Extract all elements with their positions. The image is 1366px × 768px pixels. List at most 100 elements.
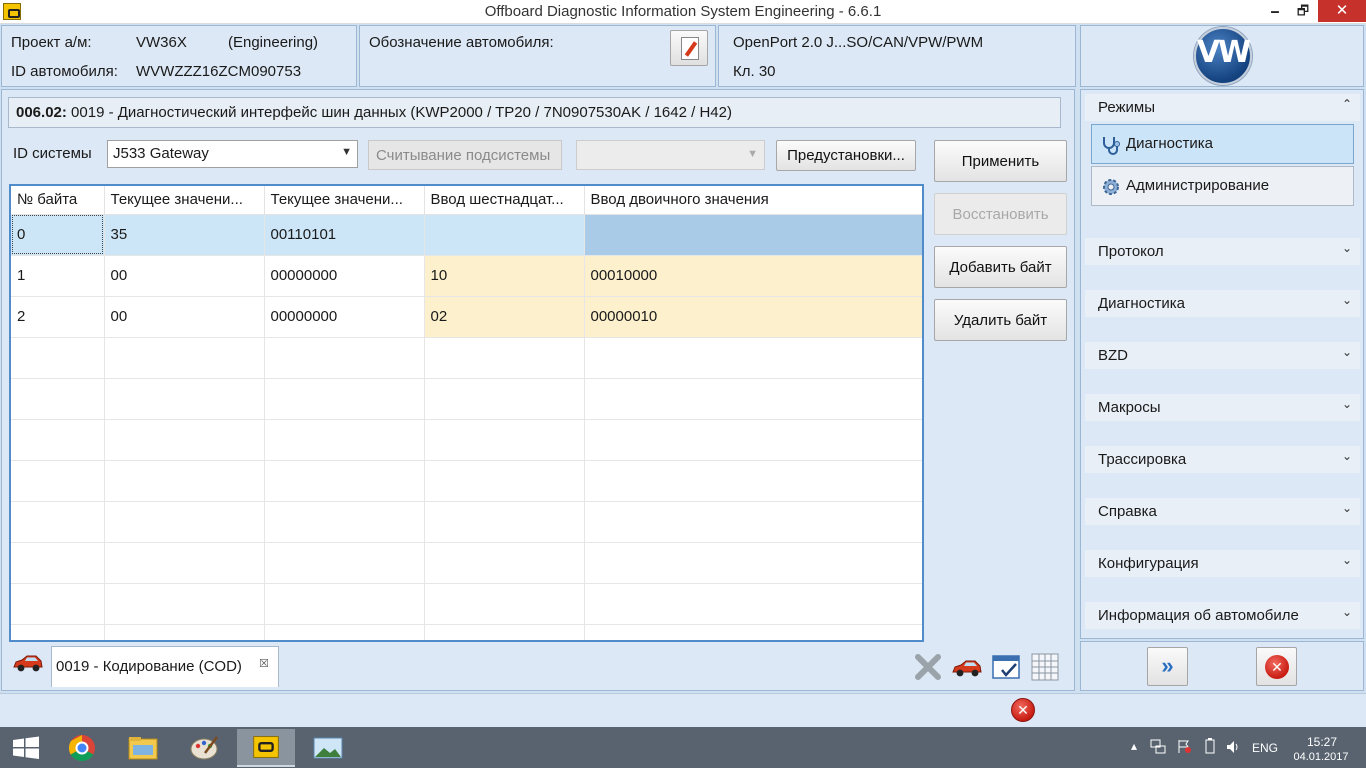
empty-cell[interactable] (11, 419, 105, 461)
empty-cell[interactable] (11, 624, 105, 640)
empty-cell[interactable] (11, 460, 105, 502)
empty-cell[interactable] (264, 460, 425, 502)
cell-byte-no[interactable]: 1 (11, 255, 105, 297)
odis-engine-icon[interactable] (237, 729, 295, 767)
delete-byte-button[interactable]: Удалить байт (934, 299, 1067, 341)
empty-cell[interactable] (11, 542, 105, 584)
clock-date[interactable]: 04.01.2017 (1291, 751, 1351, 763)
mode-diagnostics-button[interactable]: Диагностика (1091, 124, 1354, 164)
coding-grid[interactable]: № байта Текущее значени... Текущее значе… (9, 184, 924, 642)
flag-icon[interactable] (1176, 738, 1192, 754)
cell-current-hex[interactable]: 00 (104, 296, 265, 338)
empty-cell[interactable] (584, 624, 922, 640)
presets-button[interactable]: Предустановки... (776, 140, 916, 171)
cell-bin-input[interactable] (584, 214, 922, 256)
empty-cell[interactable] (584, 583, 922, 625)
notepad-edit-button[interactable] (670, 30, 708, 66)
maximize-button[interactable]: 🗗 (1290, 0, 1316, 22)
empty-cell[interactable] (104, 460, 265, 502)
empty-cell[interactable] (584, 419, 922, 461)
cell-current-bin[interactable]: 00000000 (264, 296, 425, 338)
empty-cell[interactable] (264, 501, 425, 543)
table-row[interactable] (11, 501, 922, 543)
minimize-button[interactable]: 🗕 (1262, 0, 1288, 22)
forward-button[interactable]: » (1147, 647, 1188, 686)
cell-bin-input[interactable]: 00010000 (584, 255, 922, 297)
mode-administration-button[interactable]: Администрирование (1091, 166, 1354, 206)
windows-start-icon[interactable] (0, 727, 52, 768)
table-grid-icon[interactable] (1029, 651, 1061, 683)
cell-current-bin[interactable]: 00110101 (264, 214, 425, 256)
photo-viewer-icon[interactable] (299, 729, 357, 767)
empty-cell[interactable] (11, 337, 105, 379)
empty-cell[interactable] (104, 419, 265, 461)
section-macros[interactable]: Макросы ⌄ (1085, 394, 1360, 421)
section-vehicle-info[interactable]: Информация об автомобиле ⌄ (1085, 602, 1360, 629)
empty-cell[interactable] (584, 337, 922, 379)
table-row[interactable]: 2 00 00000000 02 00000010 (11, 296, 922, 338)
table-row[interactable] (11, 542, 922, 584)
column-header-byte-no[interactable]: № байта (11, 186, 105, 215)
empty-cell[interactable] (264, 378, 425, 420)
cell-hex-input[interactable]: 10 (424, 255, 585, 297)
section-configuration[interactable]: Конфигурация ⌄ (1085, 550, 1360, 577)
empty-cell[interactable] (424, 419, 585, 461)
tab-close-icon[interactable]: ☒ (259, 657, 269, 670)
column-header-current-bin[interactable]: Текущее значени... (264, 186, 425, 215)
table-row[interactable] (11, 419, 922, 461)
car-icon[interactable] (951, 651, 983, 683)
file-explorer-icon[interactable] (114, 729, 172, 767)
empty-cell[interactable] (104, 542, 265, 584)
apply-button[interactable]: Применить (934, 140, 1067, 182)
cell-bin-input[interactable]: 00000010 (584, 296, 922, 338)
cell-byte-no[interactable]: 0 (11, 214, 105, 256)
clock-time[interactable]: 15:27 (1293, 735, 1351, 749)
empty-cell[interactable] (11, 501, 105, 543)
table-row[interactable] (11, 378, 922, 420)
network-icon[interactable] (1150, 738, 1166, 754)
section-bzd[interactable]: BZD ⌄ (1085, 342, 1360, 369)
empty-cell[interactable] (584, 501, 922, 543)
empty-cell[interactable] (264, 583, 425, 625)
empty-cell[interactable] (104, 624, 265, 640)
section-modes[interactable]: Режимы ⌃ (1085, 94, 1360, 121)
section-trace[interactable]: Трассировка ⌄ (1085, 446, 1360, 473)
empty-cell[interactable] (424, 460, 585, 502)
cell-hex-input[interactable]: 02 (424, 296, 585, 338)
table-row[interactable]: 0 35 00110101 (11, 214, 922, 256)
empty-cell[interactable] (424, 337, 585, 379)
empty-cell[interactable] (584, 542, 922, 584)
column-header-hex-input[interactable]: Ввод шестнадцат... (424, 186, 585, 215)
empty-cell[interactable] (264, 419, 425, 461)
empty-cell[interactable] (104, 501, 265, 543)
empty-cell[interactable] (104, 337, 265, 379)
car-icon[interactable] (12, 652, 44, 674)
error-status-icon[interactable]: ✕ (1011, 698, 1035, 722)
cell-current-hex[interactable]: 35 (104, 214, 265, 256)
paint-icon[interactable] (175, 729, 233, 767)
section-help[interactable]: Справка ⌄ (1085, 498, 1360, 525)
table-row[interactable] (11, 624, 922, 640)
language-indicator[interactable]: ENG (1252, 741, 1278, 755)
column-header-current-hex[interactable]: Текущее значени... (104, 186, 265, 215)
chrome-icon[interactable] (53, 729, 111, 767)
table-row[interactable] (11, 460, 922, 502)
empty-cell[interactable] (424, 624, 585, 640)
empty-cell[interactable] (584, 378, 922, 420)
empty-cell[interactable] (264, 337, 425, 379)
empty-cell[interactable] (424, 583, 585, 625)
checklist-icon[interactable] (990, 651, 1022, 683)
empty-cell[interactable] (424, 378, 585, 420)
section-diagnostics[interactable]: Диагностика ⌄ (1085, 290, 1360, 317)
empty-cell[interactable] (11, 378, 105, 420)
cell-current-hex[interactable]: 00 (104, 255, 265, 297)
empty-cell[interactable] (104, 583, 265, 625)
table-row[interactable] (11, 337, 922, 379)
empty-cell[interactable] (424, 501, 585, 543)
add-byte-button[interactable]: Добавить байт (934, 246, 1067, 288)
cell-hex-input[interactable] (424, 214, 585, 256)
close-window-button[interactable]: ✕ (1318, 0, 1366, 22)
empty-cell[interactable] (11, 583, 105, 625)
cell-current-bin[interactable]: 00000000 (264, 255, 425, 297)
empty-cell[interactable] (264, 542, 425, 584)
